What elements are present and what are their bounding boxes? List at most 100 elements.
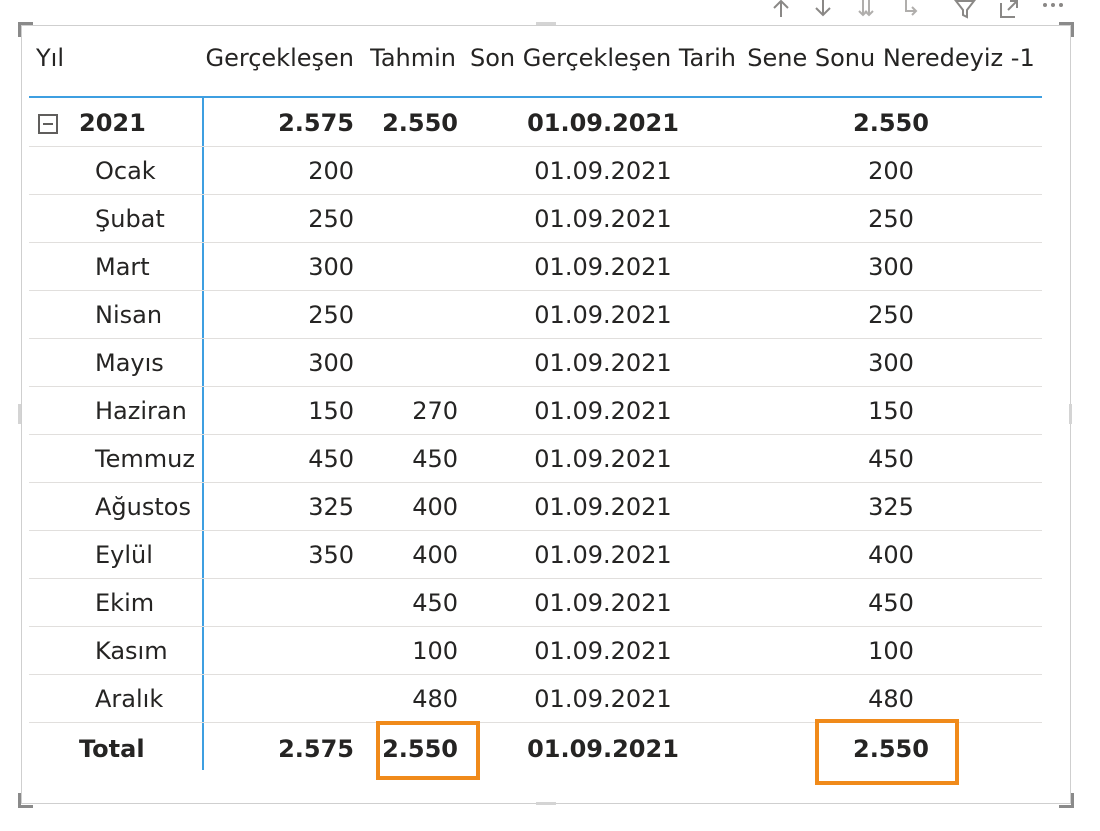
arrow-up-icon[interactable] (768, 0, 794, 20)
resize-handle-top-left[interactable] (18, 22, 33, 37)
row-header-month[interactable]: Ocak (95, 147, 156, 195)
more-options-icon[interactable] (1040, 0, 1066, 20)
cell-gerceklesen: 2.575 (278, 109, 354, 137)
double-arrow-down-icon[interactable] (854, 0, 880, 20)
cell-gerceklesen: 250 (308, 301, 354, 329)
table-row: Ağustos 325 400 01.09.2021 325 (29, 483, 1042, 531)
resize-handle-top-right[interactable] (1059, 22, 1074, 37)
cell-gerceklesen: 325 (308, 493, 354, 521)
cell-son-tarih: 01.09.2021 (534, 445, 672, 473)
focus-mode-icon[interactable] (996, 0, 1022, 20)
cell-tahmin (360, 147, 458, 195)
cell-tahmin: 450 (412, 589, 458, 617)
resize-handle-bottom-right[interactable] (1059, 793, 1074, 808)
cell-sene-sonu: 325 (868, 493, 914, 521)
cell-son-tarih: 01.09.2021 (534, 637, 672, 665)
row-header-month[interactable]: Mart (95, 243, 150, 291)
visual-header-toolbar (760, 0, 1080, 22)
cell-son-tarih: 01.09.2021 (527, 735, 679, 763)
cell-son-tarih: 01.09.2021 (534, 301, 672, 329)
row-header-month[interactable]: Ekim (95, 579, 154, 627)
table-row: Şubat 250 01.09.2021 250 (29, 195, 1042, 243)
table-row: Temmuz 450 450 01.09.2021 450 (29, 435, 1042, 483)
cell-son-tarih: 01.09.2021 (534, 157, 672, 185)
table-row-year: 2021 2.575 2.550 01.09.2021 2.550 (29, 99, 1042, 147)
table-row: Eylül 350 400 01.09.2021 400 (29, 531, 1042, 579)
cell-gerceklesen (204, 579, 354, 627)
table-row: Ekim 450 01.09.2021 450 (29, 579, 1042, 627)
cell-sene-sonu: 150 (868, 397, 914, 425)
row-header-month[interactable]: Temmuz (95, 435, 195, 483)
cell-son-tarih: 01.09.2021 (534, 349, 672, 377)
table-row: Haziran 150 270 01.09.2021 150 (29, 387, 1042, 435)
header-divider (29, 96, 1042, 98)
row-header-year[interactable]: 2021 (79, 99, 146, 147)
row-header-total: Total (79, 735, 145, 763)
cell-tahmin (360, 195, 458, 243)
cell-son-tarih: 01.09.2021 (534, 253, 672, 281)
cell-gerceklesen: 300 (308, 349, 354, 377)
cell-sene-sonu: 300 (868, 349, 914, 377)
column-header-sene-sonu-neredeyiz[interactable]: Sene Sonu Neredeyiz -1 (745, 38, 1037, 78)
resize-handle-right[interactable] (1069, 404, 1072, 424)
cell-son-tarih: 01.09.2021 (534, 541, 672, 569)
filter-icon[interactable] (952, 0, 978, 20)
row-header-month[interactable]: Nisan (95, 291, 162, 339)
resize-handle-left[interactable] (18, 404, 21, 424)
cell-tahmin (360, 339, 458, 387)
row-header-month[interactable]: Kasım (95, 627, 168, 675)
arrow-down-icon[interactable] (810, 0, 836, 20)
resize-handle-bottom[interactable] (536, 802, 556, 805)
cell-sene-sonu: 250 (868, 301, 914, 329)
cell-gerceklesen: 450 (308, 445, 354, 473)
resize-handle-top[interactable] (536, 22, 556, 25)
table-row: Ocak 200 01.09.2021 200 (29, 147, 1042, 195)
cell-son-tarih: 01.09.2021 (534, 205, 672, 233)
cell-tahmin: 270 (412, 397, 458, 425)
table-row: Mayıs 300 01.09.2021 300 (29, 339, 1042, 387)
column-header-gerceklesen[interactable]: Gerçekleşen (196, 38, 354, 78)
cell-tahmin: 400 (412, 541, 458, 569)
cell-sene-sonu: 450 (868, 445, 914, 473)
cell-tahmin: 2.550 (382, 109, 458, 137)
row-header-month[interactable]: Mayıs (95, 339, 164, 387)
highlight-box-tahmin-total (376, 721, 480, 780)
row-header-month[interactable]: Haziran (95, 387, 187, 435)
table-row: Mart 300 01.09.2021 300 (29, 243, 1042, 291)
cell-tahmin: 100 (412, 637, 458, 665)
cell-sene-sonu: 480 (868, 685, 914, 713)
cell-sene-sonu: 200 (868, 157, 914, 185)
cell-gerceklesen (204, 627, 354, 675)
cell-sene-sonu: 400 (868, 541, 914, 569)
cell-tahmin: 400 (412, 493, 458, 521)
column-header-yil[interactable]: Yıl (36, 38, 64, 78)
column-header-son-gerceklesen-tarih[interactable]: Son Gerçekleşen Tarih (470, 38, 736, 78)
row-header-month[interactable]: Ağustos (95, 483, 191, 531)
cell-gerceklesen: 2.575 (278, 735, 354, 763)
table-row: Aralık 480 01.09.2021 480 (29, 675, 1042, 723)
row-header-month[interactable]: Eylül (95, 531, 153, 579)
cell-sene-sonu: 250 (868, 205, 914, 233)
cell-tahmin: 450 (412, 445, 458, 473)
cell-tahmin (360, 243, 458, 291)
cell-son-tarih: 01.09.2021 (534, 397, 672, 425)
cell-son-tarih: 01.09.2021 (527, 109, 679, 137)
cell-sene-sonu: 300 (868, 253, 914, 281)
resize-handle-bottom-left[interactable] (18, 793, 33, 808)
column-header-tahmin[interactable]: Tahmin (360, 38, 456, 78)
cell-sene-sonu: 100 (868, 637, 914, 665)
cell-son-tarih: 01.09.2021 (534, 685, 672, 713)
cell-son-tarih: 01.09.2021 (534, 589, 672, 617)
expand-down-icon[interactable] (896, 0, 922, 20)
highlight-box-sene-sonu-total (815, 719, 959, 785)
cell-gerceklesen (204, 675, 354, 723)
cell-gerceklesen: 200 (308, 157, 354, 185)
table-row: Kasım 100 01.09.2021 100 (29, 627, 1042, 675)
collapse-icon[interactable] (38, 114, 58, 134)
row-header-month[interactable]: Şubat (95, 195, 165, 243)
cell-sene-sonu: 450 (868, 589, 914, 617)
cell-gerceklesen: 350 (308, 541, 354, 569)
row-header-month[interactable]: Aralık (95, 675, 163, 723)
cell-tahmin: 480 (412, 685, 458, 713)
cell-gerceklesen: 300 (308, 253, 354, 281)
